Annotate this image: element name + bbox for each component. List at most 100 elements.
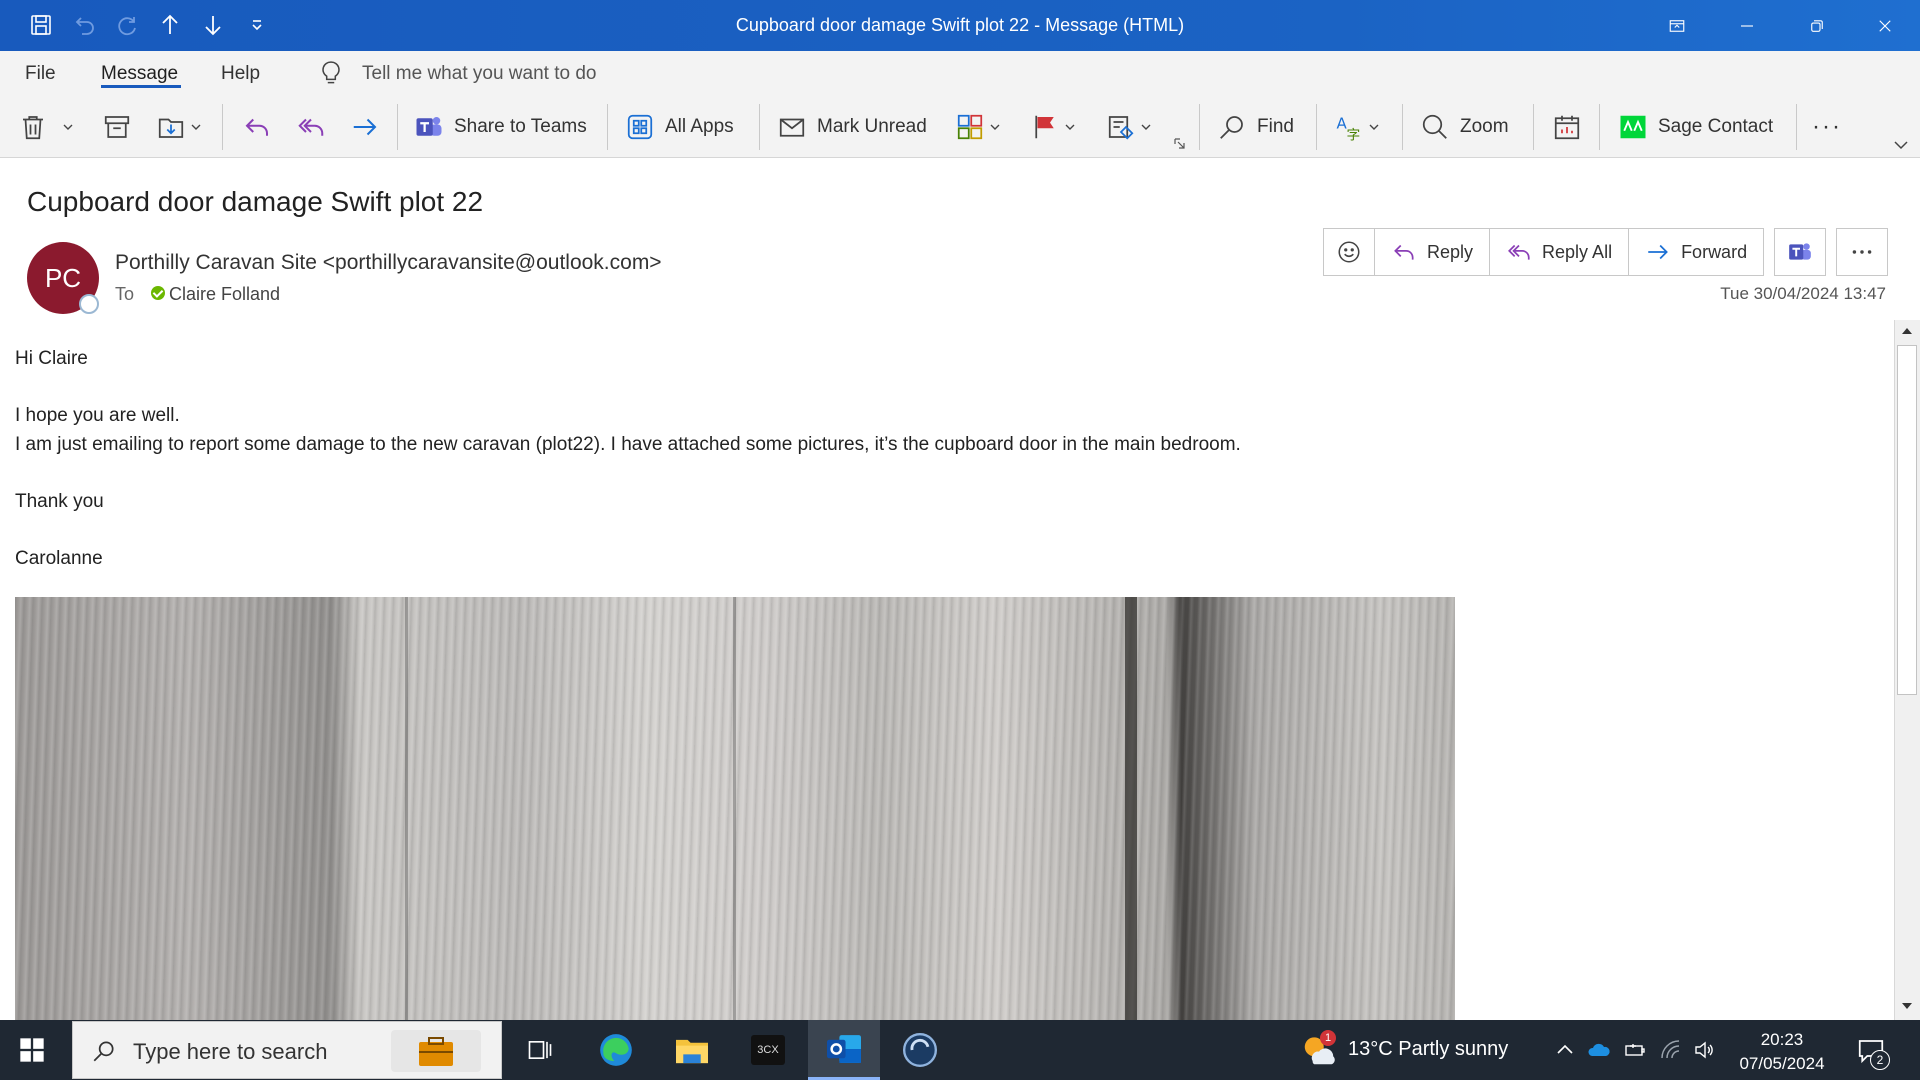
- chevron-down-icon[interactable]: [190, 121, 202, 133]
- volume-icon[interactable]: [1692, 1038, 1718, 1062]
- battery-icon[interactable]: [1622, 1038, 1648, 1062]
- briefcase-icon: [391, 1030, 481, 1072]
- chevron-down-icon[interactable]: [62, 121, 74, 133]
- apps-grid-icon: [627, 114, 653, 140]
- minimize-icon[interactable]: [1712, 0, 1782, 51]
- ribbon-separator: [1199, 104, 1200, 150]
- chevron-down-icon[interactable]: [1368, 121, 1380, 133]
- chevron-down-icon[interactable]: [1140, 121, 1152, 133]
- network-icon[interactable]: [1658, 1038, 1684, 1062]
- ribbon-separator: [1316, 104, 1317, 150]
- all-apps-button[interactable]: All Apps: [625, 108, 734, 146]
- teams-chat-button[interactable]: [1774, 228, 1827, 276]
- reply-all-ribbon-button[interactable]: [296, 108, 326, 146]
- ribbon-separator: [1599, 104, 1600, 150]
- translate-button[interactable]: A字: [1334, 108, 1380, 146]
- ribbon-display-options-icon[interactable]: [1642, 0, 1712, 51]
- sender[interactable]: Porthilly Caravan Site <porthillycaravan…: [115, 251, 662, 275]
- reply-ribbon-button[interactable]: [242, 108, 272, 146]
- teams-icon: [1789, 243, 1811, 260]
- app-icon-blue-circle[interactable]: [884, 1020, 956, 1080]
- message-subject: Cupboard door damage Swift plot 22: [27, 186, 484, 217]
- show-hidden-icons-chevron-up-icon[interactable]: [1552, 1038, 1578, 1062]
- dialog-launcher-icon[interactable]: [1174, 138, 1186, 150]
- windows-start-icon[interactable]: [18, 1036, 46, 1064]
- body-greeting: Hi Claire: [15, 348, 88, 369]
- clock-time: 20:23: [1760, 1030, 1804, 1049]
- presence-available-icon: [151, 286, 165, 300]
- 3cx-label: 3CX: [751, 1035, 785, 1065]
- restore-icon[interactable]: [1782, 0, 1852, 51]
- ribbon-separator: [759, 104, 760, 150]
- body-thanks: Thank you: [15, 490, 104, 512]
- forward-button[interactable]: Forward: [1628, 228, 1765, 276]
- taskbar-search-box[interactable]: Type here to search: [72, 1021, 502, 1079]
- onedrive-cloud-icon[interactable]: [1586, 1038, 1612, 1062]
- reply-icon: [245, 118, 268, 136]
- envelope-icon: [779, 118, 805, 137]
- reply-all-label: Reply All: [1542, 241, 1613, 262]
- calendar-addin-button[interactable]: [1552, 108, 1582, 146]
- chevron-down-icon[interactable]: [1064, 121, 1076, 133]
- message-actions: Reply Reply All Forward: [1323, 228, 1889, 276]
- reply-all-button[interactable]: Reply All: [1489, 228, 1630, 276]
- rules-button[interactable]: [1106, 108, 1152, 146]
- reply-all-icon: [298, 118, 324, 136]
- attached-photo-cupboard-door[interactable]: [15, 597, 1455, 1020]
- menu-message[interactable]: Message: [101, 63, 178, 85]
- reply-button[interactable]: Reply: [1374, 228, 1491, 276]
- body-line: I am just emailing to report some damage…: [15, 433, 1241, 455]
- scroll-down-arrow-icon[interactable]: [1896, 995, 1918, 1017]
- archive-button[interactable]: [102, 108, 132, 146]
- categorize-button[interactable]: [955, 108, 1001, 146]
- outlook-icon[interactable]: [808, 1020, 880, 1080]
- move-to-folder-icon: [158, 118, 184, 138]
- more-commands-button[interactable]: ···: [1812, 108, 1842, 146]
- find-button[interactable]: Find: [1217, 108, 1294, 146]
- forward-ribbon-button[interactable]: [350, 108, 380, 146]
- share-to-teams-button[interactable]: Share to Teams: [414, 108, 587, 146]
- sent-date: Tue 30/04/2024 13:47: [1720, 284, 1886, 303]
- task-view-icon[interactable]: [504, 1020, 576, 1080]
- active-tab-indicator: [101, 85, 181, 88]
- follow-up-button[interactable]: [1030, 108, 1076, 146]
- file-explorer-icon[interactable]: [656, 1020, 728, 1080]
- more-icon: [1852, 250, 1872, 254]
- menu-help[interactable]: Help: [221, 63, 260, 85]
- find-label: Find: [1257, 116, 1294, 137]
- delete-button[interactable]: [18, 108, 74, 146]
- ribbon-separator: [1402, 104, 1403, 150]
- menu-file[interactable]: File: [25, 63, 56, 85]
- find-icon: [1220, 116, 1243, 139]
- tell-me-search[interactable]: Tell me what you want to do: [362, 63, 596, 85]
- move-button[interactable]: [156, 108, 202, 146]
- weather-text[interactable]: 13°C Partly sunny: [1348, 1038, 1508, 1061]
- flag-icon: [1035, 115, 1054, 139]
- system-clock[interactable]: 20:23 07/05/2024: [1730, 1028, 1834, 1076]
- ribbon-separator: [1533, 104, 1534, 150]
- zoom-icon: [1422, 114, 1447, 139]
- edge-browser-icon[interactable]: [580, 1020, 652, 1080]
- collapse-ribbon-icon[interactable]: [1894, 140, 1908, 150]
- menu-bar: File Message Help Tell me what you want …: [0, 51, 1920, 96]
- 3cx-app-icon[interactable]: 3CX: [732, 1020, 804, 1080]
- weather-badge: 1: [1320, 1030, 1336, 1046]
- chevron-down-icon[interactable]: [989, 121, 1001, 133]
- sage-contact-button[interactable]: Sage Contact: [1618, 108, 1773, 146]
- clock-date: 07/05/2024: [1739, 1054, 1825, 1073]
- presence-status-icon: [79, 294, 99, 314]
- forward-icon: [1648, 244, 1668, 260]
- scrollbar-thumb[interactable]: [1897, 345, 1917, 695]
- emoji-reaction-button[interactable]: [1323, 228, 1375, 276]
- to-label: To: [115, 284, 135, 304]
- more-actions-button[interactable]: [1836, 228, 1889, 276]
- recipient[interactable]: Claire Folland: [169, 284, 280, 305]
- body-signature: Carolanne: [15, 547, 103, 569]
- scroll-up-arrow-icon[interactable]: [1896, 320, 1918, 342]
- close-icon[interactable]: [1850, 0, 1920, 51]
- zoom-button[interactable]: Zoom: [1420, 108, 1509, 146]
- rules-icon: [1108, 116, 1134, 140]
- notification-count-badge: 2: [1870, 1050, 1890, 1070]
- mark-unread-button[interactable]: Mark Unread: [777, 108, 927, 146]
- categorize-icon: [957, 114, 983, 140]
